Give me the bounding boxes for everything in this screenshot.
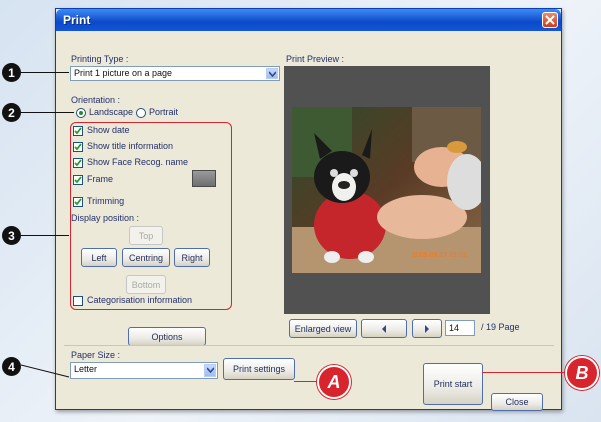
callout-3-line [21,235,69,236]
preview-photo: 2009.09.17 15:03 [292,107,481,273]
options-button[interactable]: Options [128,327,206,346]
print-dialog: Print Printing Type : Print 1 picture on… [55,8,562,411]
landscape-radio[interactable] [76,108,86,118]
title-bar: Print [56,9,561,31]
orientation-label: Orientation : [71,95,121,105]
dropdown-arrow [204,364,216,377]
callout-3: 3 [2,226,21,245]
close-icon [545,15,555,25]
previous-page-button[interactable] [361,319,407,338]
callout-b-line [482,372,568,373]
print-start-button[interactable]: Print start [423,363,483,405]
printing-type-value: Print 1 picture on a page [74,68,173,78]
window-title: Print [63,13,91,27]
page-number-input[interactable]: 14 [445,320,475,336]
paper-size-select[interactable]: Letter [70,362,218,379]
svg-text:2009.09.17 15:03: 2009.09.17 15:03 [412,252,467,259]
callout-a-line [294,381,318,382]
callout-2-line [21,112,74,113]
printing-type-select[interactable]: Print 1 picture on a page [70,66,280,81]
callout-1-line [21,72,69,73]
chevron-right-icon [425,324,429,333]
close-button[interactable]: Close [491,393,543,411]
dog-photo-image: 2009.09.17 15:03 [292,107,481,273]
print-preview-label: Print Preview : [286,54,345,64]
portrait-label: Portrait [149,107,179,117]
callout-a: A [317,365,351,399]
paper-size-label: Paper Size : [71,350,121,360]
close-window-button[interactable] [542,12,558,28]
dropdown-arrow [266,68,278,79]
print-settings-button[interactable]: Print settings [223,358,295,380]
page-total-label: / 19 Page [481,322,520,332]
portrait-radio[interactable] [136,108,146,118]
enlarged-view-button[interactable]: Enlarged view [289,319,357,338]
landscape-label: Landscape [89,107,134,117]
chevron-left-icon [382,324,386,333]
printing-type-label: Printing Type : [71,54,129,64]
callout-4: 4 [2,357,21,376]
callout-4-line [21,364,70,378]
options-highlight-frame [70,122,232,310]
page-number-value: 14 [449,323,460,333]
chevron-down-icon [269,71,276,77]
callout-b: B [565,356,599,390]
chevron-down-icon [207,367,214,373]
separator [64,345,554,346]
print-preview-panel: 2009.09.17 15:03 [284,66,490,314]
callout-1: 1 [2,63,21,82]
next-page-button[interactable] [412,319,442,338]
callout-2: 2 [2,103,21,122]
